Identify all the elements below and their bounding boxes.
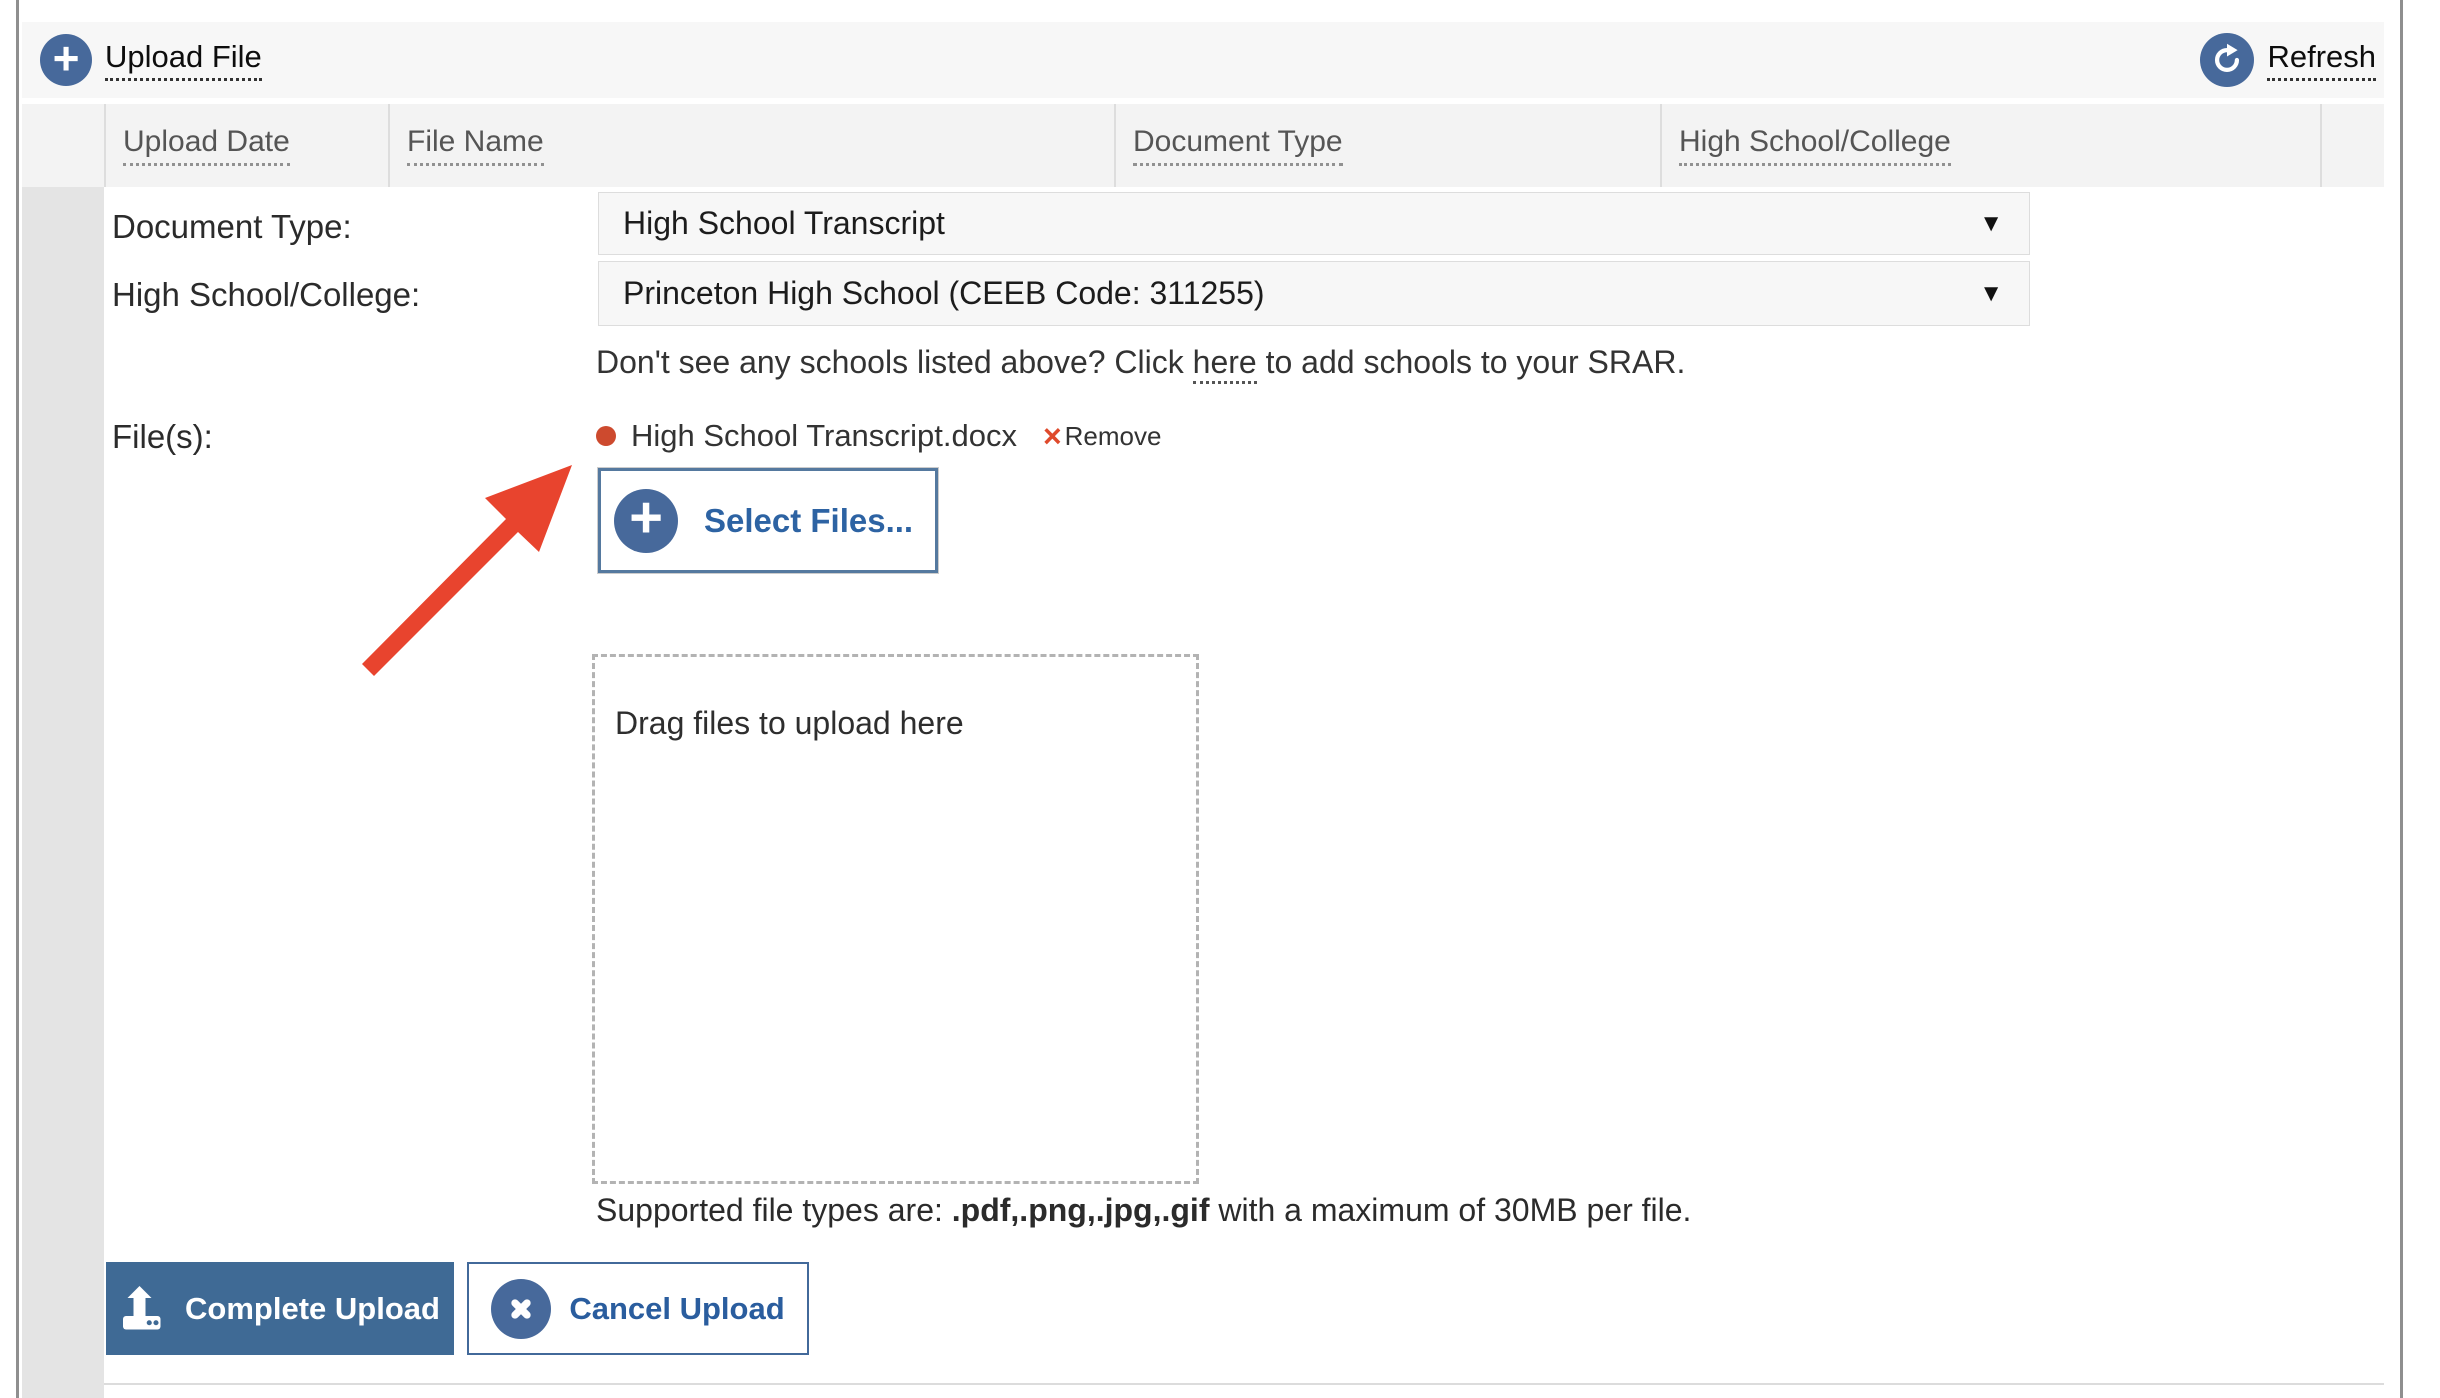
cancel-x-icon <box>491 1279 551 1339</box>
document-type-label: Document Type: <box>112 208 352 246</box>
cancel-upload-button[interactable]: Cancel Upload <box>467 1262 809 1355</box>
remove-x-icon: × <box>1043 420 1062 452</box>
plus-icon: + <box>40 34 92 86</box>
refresh-button[interactable]: Refresh <box>2200 33 2376 87</box>
complete-upload-button[interactable]: Complete Upload <box>106 1262 454 1355</box>
upload-icon <box>120 1286 168 1331</box>
add-school-here-link[interactable]: here <box>1193 344 1257 384</box>
select-files-button[interactable]: + Select Files... <box>598 468 938 573</box>
upload-file-panel: + Upload File Refresh Upload Date File N… <box>0 0 2440 1398</box>
table-header: Upload Date File Name Document Type High… <box>22 104 2384 187</box>
chevron-down-icon: ▼ <box>1979 282 2003 306</box>
upload-file-button[interactable]: + Upload File <box>40 34 262 86</box>
table-header-cell-spacer <box>2320 104 2384 187</box>
file-name: High School Transcript.docx <box>631 418 1017 454</box>
drag-drop-zone[interactable]: Drag files to upload here <box>592 654 1199 1184</box>
expanded-row-gutter <box>22 187 104 1398</box>
remove-file-button[interactable]: × Remove <box>1043 420 1162 452</box>
school-help-text: Don't see any schools listed above? Clic… <box>596 344 1685 381</box>
uploaded-file-item: High School Transcript.docx × Remove <box>596 418 1161 454</box>
table-header-document-type[interactable]: Document Type <box>1114 104 1660 187</box>
page-left-border <box>16 0 19 1398</box>
toolbar: + Upload File Refresh <box>22 22 2384 98</box>
upload-file-label: Upload File <box>105 39 262 81</box>
table-header-upload-date[interactable]: Upload Date <box>104 104 388 187</box>
document-type-select[interactable]: High School Transcript ▼ <box>598 192 2030 255</box>
plus-icon: + <box>614 489 678 553</box>
file-bullet-icon <box>596 426 616 446</box>
drag-drop-hint: Drag files to upload here <box>615 705 1196 742</box>
table-header-high-school-college[interactable]: High School/College <box>1660 104 2320 187</box>
table-header-cell-empty <box>22 104 104 187</box>
table-header-file-name[interactable]: File Name <box>388 104 1114 187</box>
high-school-college-select[interactable]: Princeton High School (CEEB Code: 311255… <box>598 261 2030 326</box>
chevron-down-icon: ▼ <box>1979 212 2003 236</box>
high-school-college-label: High School/College: <box>112 276 420 314</box>
refresh-label: Refresh <box>2267 39 2376 81</box>
refresh-icon <box>2200 33 2254 87</box>
row-divider <box>104 1383 2384 1385</box>
files-label: File(s): <box>112 418 213 456</box>
supported-file-types-text: Supported file types are: .pdf,.png,.jpg… <box>596 1192 1691 1229</box>
page-right-border <box>2400 0 2403 1398</box>
